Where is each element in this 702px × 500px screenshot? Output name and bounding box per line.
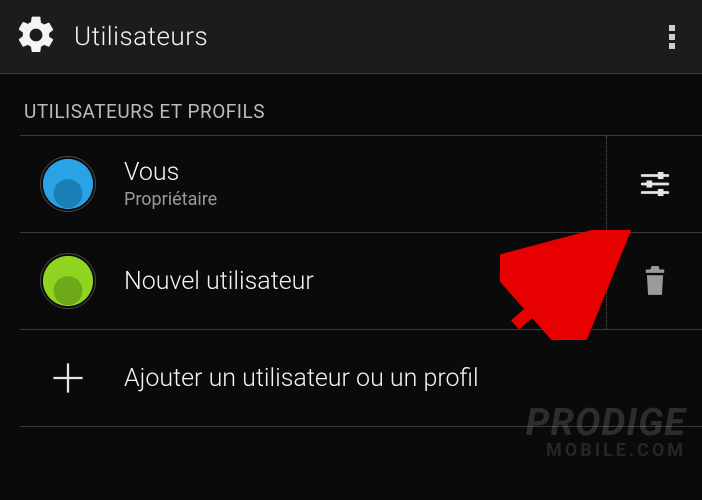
user-row-new[interactable]: Nouvel utilisateur: [0, 233, 702, 329]
overflow-menu-button[interactable]: [652, 17, 692, 57]
section-header: UTILISATEURS ET PROFILS: [0, 74, 702, 135]
user-settings-button[interactable]: [606, 136, 702, 232]
settings-gear-icon: [14, 13, 58, 61]
add-user-label: Ajouter un utilisateur ou un profil: [124, 364, 702, 393]
page-title: Utilisateurs: [74, 22, 208, 52]
user-name: Vous: [124, 158, 606, 187]
delete-user-button[interactable]: [606, 233, 702, 329]
trash-icon: [641, 266, 669, 296]
avatar: [40, 253, 96, 309]
avatar: [40, 156, 96, 212]
sliders-icon: [638, 167, 672, 201]
divider: [20, 426, 702, 427]
user-subtitle: Propriétaire: [124, 189, 606, 210]
user-row-owner[interactable]: Vous Propriétaire: [0, 136, 702, 232]
user-name: Nouvel utilisateur: [124, 267, 606, 296]
plus-icon: [40, 350, 96, 406]
more-vert-icon: [668, 23, 676, 51]
app-bar: Utilisateurs: [0, 0, 702, 74]
add-user-row[interactable]: Ajouter un utilisateur ou un profil: [0, 330, 702, 426]
watermark-line2: MOBILE.COM: [526, 442, 686, 460]
user-labels: Nouvel utilisateur: [124, 267, 606, 296]
add-user-label-wrap: Ajouter un utilisateur ou un profil: [124, 364, 702, 393]
user-labels: Vous Propriétaire: [124, 158, 606, 210]
